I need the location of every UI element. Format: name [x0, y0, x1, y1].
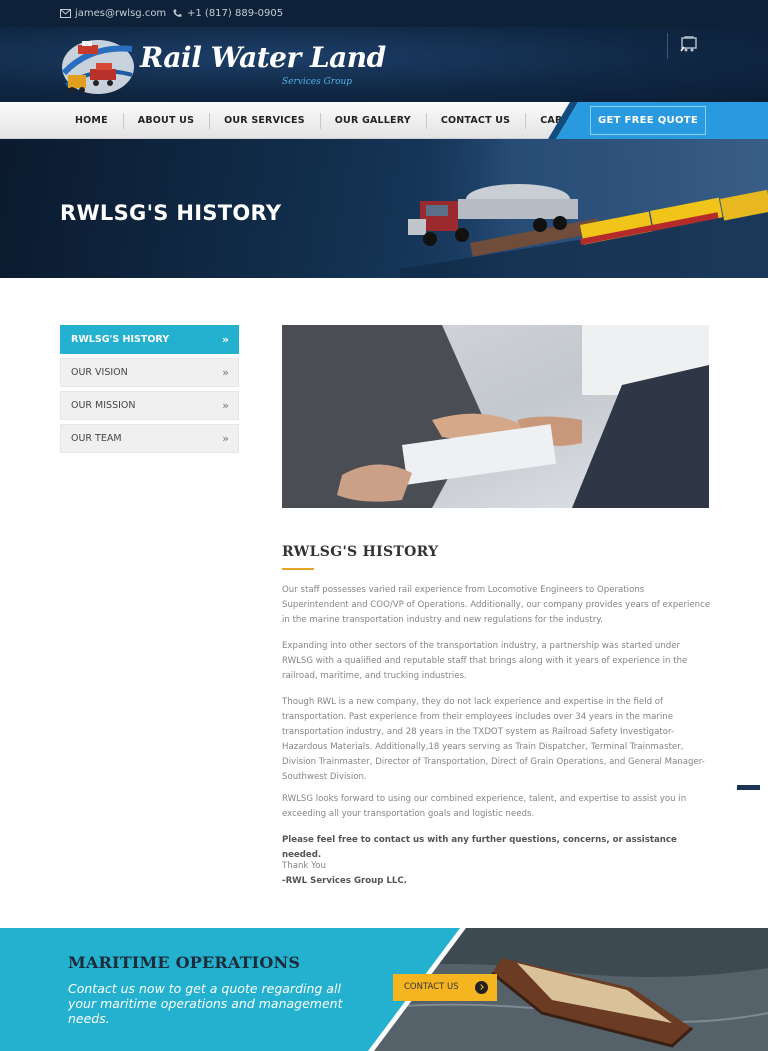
- closing-text: Thank You: [282, 861, 326, 871]
- top-bar: james@rwlsg.com +1 (817) 889-0905: [0, 0, 768, 27]
- phone-icon: [173, 9, 182, 17]
- sidebar-item-mission[interactable]: OUR MISSION »: [60, 391, 239, 420]
- page-hero: RWLSG'S HISTORY: [0, 139, 768, 278]
- hero-title: RWLSG'S HISTORY: [60, 201, 282, 225]
- header-divider: [667, 33, 668, 59]
- top-phone[interactable]: +1 (817) 889-0905: [172, 8, 283, 19]
- cart-icon[interactable]: [680, 36, 698, 52]
- sidebar-item-label: OUR VISION: [71, 367, 128, 378]
- top-email[interactable]: james@rwlsg.com: [60, 8, 166, 19]
- contact-us-label: CONTACT US: [404, 982, 459, 992]
- top-phone-text: +1 (817) 889-0905: [187, 8, 284, 19]
- nav-list: HOME ABOUT US OUR SERVICES OUR GALLERY C…: [60, 102, 605, 139]
- sidebar-item-label: OUR MISSION: [71, 400, 136, 411]
- site-logo[interactable]: Rail Water Land Services Group: [60, 35, 386, 97]
- title-underline: [282, 568, 314, 570]
- signature-text: -RWL Services Group LLC.: [282, 876, 407, 886]
- nav-our-gallery[interactable]: OUR GALLERY: [319, 102, 426, 139]
- envelope-icon: [60, 9, 71, 18]
- nav-about-us[interactable]: ABOUT US: [122, 102, 209, 139]
- contact-us-button[interactable]: CONTACT US: [393, 974, 497, 1001]
- chevron-double-right-icon: »: [222, 399, 229, 412]
- sidebar-menu: RWLSG'S HISTORY » OUR VISION » OUR MISSI…: [60, 325, 239, 457]
- chevron-double-right-icon: »: [222, 366, 229, 379]
- sidebar-item-team[interactable]: OUR TEAM »: [60, 424, 239, 453]
- logo-subtitle: Services Group: [282, 77, 353, 87]
- cta-text: Contact us now to get a quote regarding …: [68, 981, 343, 1026]
- paragraph-4: RWLSG looks forward to using our combine…: [282, 794, 687, 819]
- site-header: Rail Water Land Services Group: [0, 27, 768, 102]
- handshake-photo: [282, 325, 709, 508]
- arrow-right-icon: [475, 981, 488, 994]
- scroll-tab[interactable]: [737, 785, 760, 790]
- top-email-text: james@rwlsg.com: [75, 8, 167, 19]
- get-free-quote-button[interactable]: GET FREE QUOTE: [590, 106, 706, 135]
- logo-title: Rail Water Land: [140, 41, 386, 74]
- nav-home[interactable]: HOME: [60, 102, 123, 139]
- sidebar-item-history[interactable]: RWLSG'S HISTORY »: [60, 325, 239, 354]
- nav-contact-us[interactable]: CONTACT US: [425, 102, 525, 139]
- chevron-double-right-icon: »: [222, 432, 229, 445]
- paragraph-1: Our staff possesses varied rail experien…: [282, 585, 711, 625]
- sidebar-item-label: RWLSG'S HISTORY: [71, 334, 170, 345]
- handshake-image: [282, 325, 709, 508]
- hero-truck-train-image: [400, 139, 768, 278]
- sidebar-item-label: OUR TEAM: [71, 433, 122, 444]
- nav-our-services[interactable]: OUR SERVICES: [209, 102, 320, 139]
- cta-title: MARITIME OPERATIONS: [68, 953, 301, 972]
- paragraph-2: Expanding into other sectors of the tran…: [282, 641, 688, 681]
- chevron-double-right-icon: »: [221, 333, 229, 346]
- section-title: RWLSG'S HISTORY: [282, 544, 439, 560]
- maritime-cta-section: MARITIME OPERATIONS Contact us now to ge…: [0, 928, 768, 1051]
- sidebar-item-vision[interactable]: OUR VISION »: [60, 358, 239, 387]
- logo-mark-icon: [61, 40, 134, 94]
- paragraph-3: Though RWL is a new company, they do not…: [282, 697, 705, 782]
